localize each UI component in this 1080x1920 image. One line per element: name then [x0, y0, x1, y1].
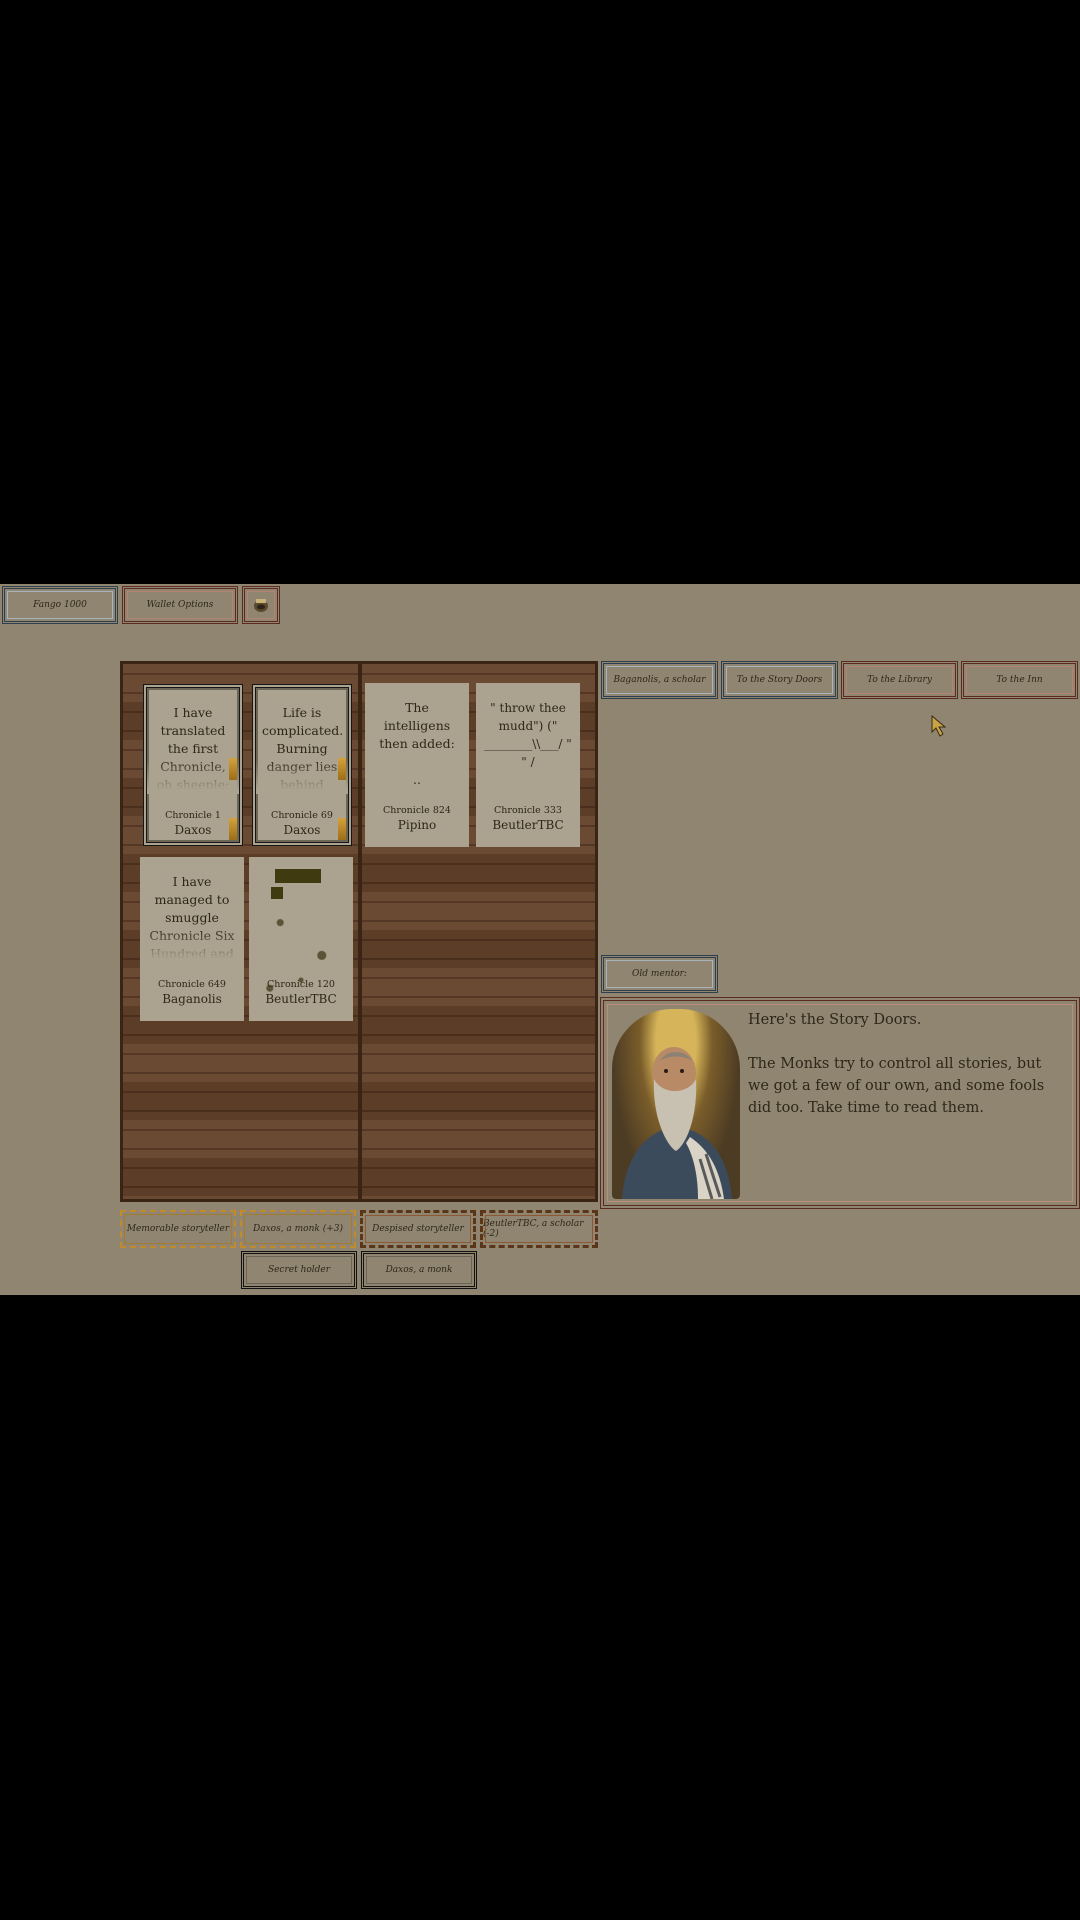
- card-author: Pipino: [397, 818, 437, 832]
- memorable-storyteller-tag[interactable]: Memorable storyteller: [120, 1210, 236, 1248]
- daxos-tag[interactable]: Daxos, a monk: [361, 1251, 477, 1289]
- beutler-minus-tag[interactable]: BeutlerTBC, a scholar (-2): [480, 1210, 598, 1248]
- inn-button[interactable]: To the Inn: [961, 661, 1078, 699]
- dialog-box: Here's the Story Doors. The Monks try to…: [600, 997, 1080, 1209]
- card-chronicle: Chronicle 1: [165, 810, 221, 821]
- mouse-cursor-icon: [931, 714, 947, 737]
- card-text: The intelligens then added: ..: [379, 700, 455, 785]
- story-doors-button[interactable]: To the Story Doors: [721, 661, 838, 699]
- card-chronicle: Chronicle 824: [383, 805, 451, 816]
- dialog-text: Here's the Story Doors. The Monks try to…: [748, 1012, 1045, 1116]
- story-card[interactable]: Life is complicated. Burning danger lies…: [252, 684, 352, 846]
- card-author: BeutlerTBC: [492, 818, 564, 832]
- game-screen: Fango 1000 Wallet Options Baganolis, a s…: [0, 584, 1080, 1295]
- story-card-damaged[interactable]: Chronicle 120 BeutlerTBC: [249, 857, 353, 1021]
- wallet-icon: [254, 599, 268, 612]
- card-chronicle: Chronicle 649: [158, 979, 226, 990]
- story-card[interactable]: I have translated the first Chronicle, o…: [143, 684, 243, 846]
- story-card[interactable]: I have managed to smuggle Chronicle Six …: [140, 857, 244, 1021]
- card-author: BeutlerTBC: [265, 992, 337, 1006]
- character-button[interactable]: Baganolis, a scholar: [601, 661, 718, 699]
- card-text: " throw thee mudd") (" ________\\___/ " …: [484, 701, 572, 769]
- card-author: Baganolis: [162, 992, 222, 1006]
- wallet-options-button[interactable]: Wallet Options: [122, 586, 238, 624]
- redaction-block: [275, 869, 321, 883]
- card-chronicle: Chronicle 120: [267, 979, 335, 990]
- card-author: Daxos: [174, 823, 212, 837]
- currency-display[interactable]: Fango 1000: [2, 586, 118, 624]
- redaction-block: [271, 887, 283, 899]
- board-divider: [358, 664, 362, 1199]
- gold-corner: [229, 758, 237, 780]
- story-board: I have translated the first Chronicle, o…: [120, 661, 598, 1202]
- story-card[interactable]: The intelligens then added: .. Chronicle…: [365, 683, 469, 847]
- speaker-label: Old mentor:: [601, 955, 718, 993]
- card-chronicle: Chronicle 333: [494, 805, 562, 816]
- story-card[interactable]: " throw thee mudd") (" ________\\___/ " …: [476, 683, 580, 847]
- despised-storyteller-tag[interactable]: Despised storyteller: [360, 1210, 476, 1248]
- card-author: Daxos: [283, 823, 321, 837]
- mentor-portrait: [612, 1009, 740, 1199]
- daxos-plus-tag[interactable]: Daxos, a monk (+3): [240, 1210, 356, 1248]
- library-button[interactable]: To the Library: [841, 661, 958, 699]
- secret-holder-tag[interactable]: Secret holder: [241, 1251, 357, 1289]
- mentor-figure: [622, 1047, 732, 1199]
- card-chronicle: Chronicle 69: [271, 810, 333, 821]
- wallet-icon-button[interactable]: [242, 586, 280, 624]
- gold-corner: [338, 758, 346, 780]
